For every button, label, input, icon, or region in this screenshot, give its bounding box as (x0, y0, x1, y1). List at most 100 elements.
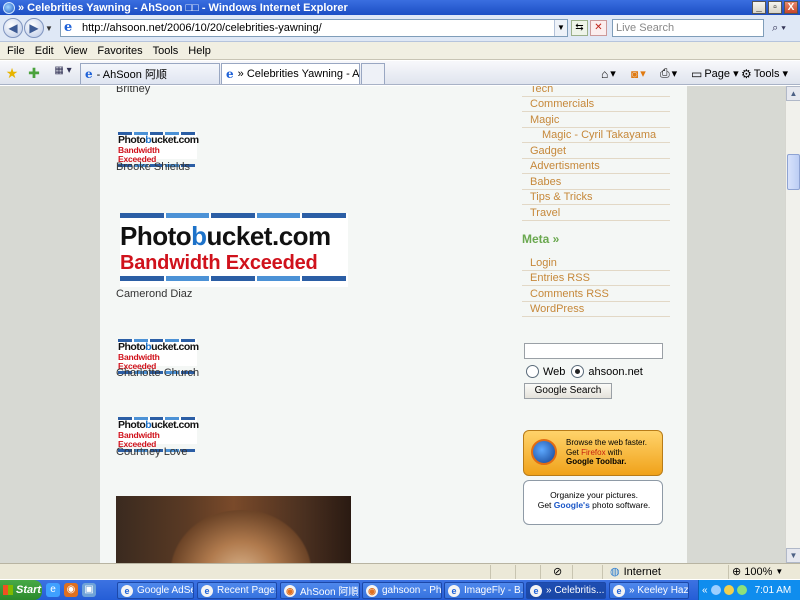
ie-icon: e (201, 584, 213, 597)
tray-messenger-icon[interactable] (723, 585, 734, 595)
ie-icon: e (613, 584, 625, 597)
quicklaunch-desktop-icon[interactable]: ▣ (82, 583, 96, 597)
maximize-button[interactable]: ▫ (768, 1, 782, 14)
refresh-icon[interactable]: ⇆ (571, 20, 588, 36)
address-bar[interactable]: e http://ahsoon.net/2006/10/20/celebriti… (60, 19, 568, 37)
tab-celebrities-yawning[interactable]: e » Celebrities Yawning - A... (221, 63, 360, 84)
feeds-button[interactable]: ◙ ▾ (631, 65, 646, 82)
google-search-button[interactable]: Google Search (524, 383, 612, 399)
sidebar-link-babes[interactable]: Babes (522, 175, 670, 190)
scroll-down-arrow[interactable]: ▼ (786, 548, 800, 563)
meta-heading: Meta » (522, 232, 560, 246)
sidebar-link-magic-cyril[interactable]: Magic - Cyril Takayama (522, 128, 670, 143)
meta-link-login[interactable]: Login (522, 256, 670, 271)
zone-label: Internet (623, 565, 661, 578)
menu-favorites[interactable]: Favorites (92, 45, 147, 57)
scroll-up-arrow[interactable]: ▲ (786, 86, 800, 101)
menu-edit[interactable]: Edit (30, 45, 59, 57)
sidebar-link-magic[interactable]: Magic (522, 113, 670, 128)
tools-menu-button[interactable]: ⚙ Tools ▾ (741, 65, 788, 82)
quick-tabs-icon[interactable]: ▦ ▾ (48, 65, 78, 82)
sidebar-link-tech[interactable]: Tech (522, 86, 670, 97)
taskbar-button-celebrities[interactable]: e» Celebritis... (526, 582, 606, 599)
firefox-toolbar-ad[interactable]: Browse the web faster. Get Firefox with … (523, 430, 663, 476)
image-caption: Courtney Love (116, 446, 188, 458)
page-menu-label: Page (704, 67, 731, 80)
page-viewport: Britney Photobucket.com Bandwidth Exceed… (0, 86, 785, 563)
taskbar-button-google-adsense[interactable]: eGoogle AdSe... (117, 582, 194, 599)
image-caption: Brooke Shields (116, 161, 190, 173)
radio-site-label: ahsoon.net (588, 365, 643, 378)
meta-link-comments-rss[interactable]: Comments RSS (522, 287, 670, 302)
sidebar-link-tips[interactable]: Tips & Tricks (522, 190, 670, 205)
radio-site[interactable] (571, 365, 585, 378)
menu-view[interactable]: View (59, 45, 93, 57)
bandwidth-exceeded-image: Photobucket.com Bandwidth Exceeded (118, 417, 199, 452)
tab-label: » Celebrities Yawning - A... (237, 68, 360, 80)
close-button[interactable]: X (784, 1, 798, 14)
sidebar-link-commercials[interactable]: Commercials (522, 97, 670, 112)
ie-icon: e (530, 584, 542, 597)
clock[interactable]: 7:01 AM (755, 585, 792, 596)
google-search-input[interactable] (524, 343, 663, 359)
start-button[interactable]: Start (0, 580, 42, 600)
zoom-control[interactable]: ⊕ 100% ▼ (732, 565, 784, 579)
menu-tools[interactable]: Tools (148, 45, 184, 57)
forward-button[interactable]: ▶ (24, 18, 44, 38)
quicklaunch-ie-icon[interactable]: e (46, 583, 60, 597)
tools-menu-label: Tools (753, 67, 780, 80)
rss-icon: ◙ (631, 66, 639, 81)
tab-ahsoon[interactable]: e - AhSoon 阿顺 (80, 63, 220, 84)
windows-flag-icon (3, 585, 13, 595)
menu-help[interactable]: Help (183, 45, 216, 57)
meta-link-wordpress[interactable]: WordPress (522, 302, 670, 317)
print-button[interactable]: ⎙ ▾ (660, 65, 677, 82)
taskbar-button-imagefly[interactable]: e ImageFly - B... (444, 582, 524, 599)
image-caption: Charlotte Church (116, 367, 200, 379)
add-favorite-icon[interactable]: ✚ (26, 65, 42, 81)
sidebar-link-gadget[interactable]: Gadget (522, 144, 670, 159)
radio-web-label: Web (543, 365, 566, 378)
tray-network-icon[interactable] (710, 585, 721, 595)
google-photo-ad[interactable]: Organize your pictures. Get Google's pho… (523, 480, 663, 525)
taskbar-button-keeley[interactable]: e» Keeley Haz... (609, 582, 689, 599)
history-dropdown-icon[interactable]: ▼ (44, 24, 54, 33)
page-menu-button[interactable]: ▭ Page ▾ (691, 65, 739, 82)
stop-icon[interactable]: ✕ (590, 20, 607, 36)
minimize-button[interactable]: _ (752, 1, 766, 14)
back-button[interactable]: ◀ (3, 18, 23, 38)
taskbar-button-recent-page[interactable]: e Recent Page... (197, 582, 277, 599)
zoom-icon: ⊕ (732, 566, 742, 578)
quicklaunch-firefox-icon[interactable]: ◉ (64, 583, 78, 597)
menu-file[interactable]: File (2, 45, 30, 57)
tab-bar: ★ ✚ ▦ ▾ e - AhSoon 阿顺 e » Celebrities Ya… (0, 61, 800, 85)
home-button[interactable]: ⌂ ▾ (601, 65, 616, 82)
image-caption: Britney (116, 86, 151, 95)
sidebar-link-travel[interactable]: Travel (522, 206, 670, 221)
tray-expand-icon[interactable]: « (702, 585, 708, 596)
celebrity-photo (116, 496, 351, 563)
page-icon: e (64, 20, 73, 35)
scroll-thumb[interactable] (787, 154, 800, 190)
tab-label: - AhSoon 阿顺 (96, 69, 167, 81)
vertical-scrollbar[interactable]: ▲ ▼ (785, 86, 800, 563)
sidebar-link-advertisments[interactable]: Advertisments (522, 159, 670, 174)
favorites-star-icon[interactable]: ★ (4, 65, 20, 81)
bandwidth-exceeded-image: Photobucket.com Bandwidth Exceeded (118, 339, 199, 374)
search-icon[interactable]: ⌕ ▾ (767, 19, 791, 37)
search-input[interactable]: Live Search (612, 19, 764, 37)
zoom-dropdown-icon: ▼ (775, 567, 784, 576)
security-icon: ⊘ (553, 566, 563, 578)
taskbar-button-ahsoon[interactable]: ◉AhSoon 阿順... (280, 582, 360, 599)
new-tab-button[interactable] (361, 63, 385, 84)
security-zone[interactable]: ◍ Internet (610, 565, 661, 579)
firefox-icon: ◉ (366, 584, 378, 597)
page-body: Britney Photobucket.com Bandwidth Exceed… (100, 86, 687, 563)
menu-bar: File Edit View Favorites Tools Help (0, 42, 800, 60)
address-url[interactable]: http://ahsoon.net/2006/10/20/celebrities… (82, 22, 554, 34)
radio-web[interactable] (526, 365, 539, 378)
tray-volume-icon[interactable] (736, 585, 747, 595)
taskbar-button-gahsoon[interactable]: ◉gahsoon - Ph... (362, 582, 442, 599)
address-dropdown-icon[interactable]: ▼ (554, 20, 567, 36)
meta-link-entries-rss[interactable]: Entries RSS (522, 271, 670, 286)
